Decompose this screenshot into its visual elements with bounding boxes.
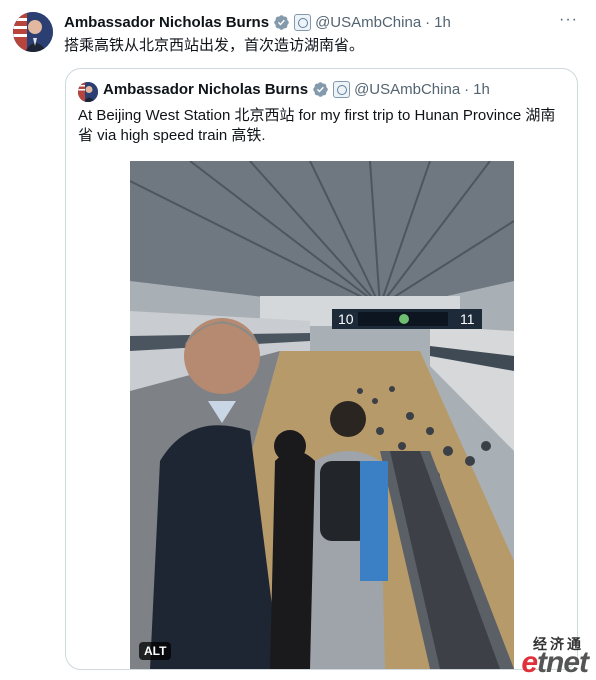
quoted-tweet-header: Ambassador Nicholas Burns @USAmbChina · … [103,81,490,98]
quoted-tweet[interactable]: Ambassador Nicholas Burns @USAmbChina · … [65,68,578,670]
quoted-author-handle[interactable]: @USAmbChina [354,81,460,98]
platform-number-right: 11 [460,311,475,327]
platform-number-left: 10 [338,311,354,327]
watermark-logo: etnet [521,646,589,679]
station-photo-illustration: 10 11 [130,161,514,669]
alt-text-badge[interactable]: ALT [139,642,172,660]
quoted-timestamp[interactable]: 1h [473,81,490,98]
quoted-tweet-text: At Beijing West Station 北京西站 for my firs… [78,107,556,144]
tweet-text: 搭乘高铁从北京西站出发，首次造访湖南省。 [64,37,365,54]
timestamp[interactable]: 1h [434,14,451,31]
author-name[interactable]: Ambassador Nicholas Burns [64,14,269,31]
tweet-header: Ambassador Nicholas Burns @USAmbChina · … [64,11,586,33]
quoted-author-avatar[interactable] [78,82,98,102]
author-avatar[interactable] [13,12,53,52]
author-handle[interactable]: @USAmbChina [315,14,421,31]
verified-badge-icon [313,82,328,97]
tweet[interactable]: Ambassador Nicholas Burns @USAmbChina · … [0,0,596,680]
government-badge-icon [294,13,312,31]
separator: · [425,13,431,31]
more-options-icon[interactable]: ··· [559,11,578,29]
quoted-author-name[interactable]: Ambassador Nicholas Burns [103,81,308,98]
government-badge-icon [333,81,351,98]
watermark-logo-rest: tnet [537,646,589,679]
tweet-photo[interactable]: 10 11 ALT [130,161,514,669]
separator: · [464,81,470,98]
watermark-logo-e: e [521,646,538,679]
verified-badge-icon [274,14,289,30]
etnet-watermark: 经济通 etnet [502,634,592,678]
